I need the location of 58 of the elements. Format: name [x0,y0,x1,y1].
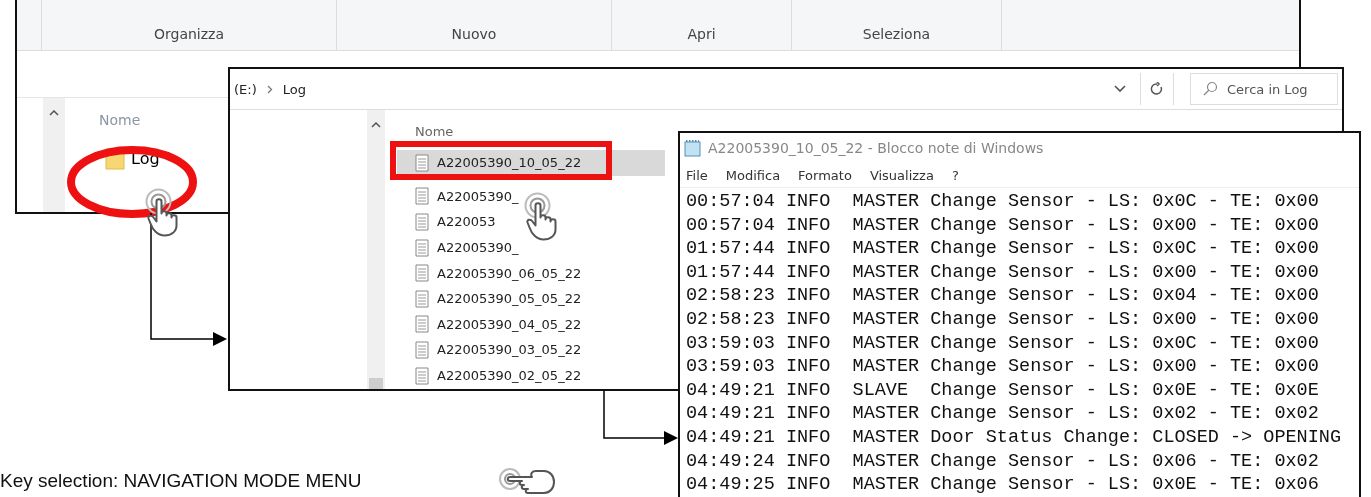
log-line: 04:49:21 INFO MASTER Door Status Change: CLOSED -> OPENING [686,425,1342,450]
document-icon [415,315,429,334]
menu-item[interactable]: ? [951,167,959,183]
scrollbar[interactable] [43,98,65,212]
log-line: 03:59:03 INFO MASTER Change Sensor - LS: 0x0C - TE: 0x00 [686,331,1320,356]
window-title: A22005390_10_05_22 - Blocco note di Windows [708,140,1044,156]
menu-item[interactable]: Formato [798,167,852,183]
menu-item[interactable]: File [686,167,708,183]
ribbon-group-label[interactable]: Nuovo [337,0,612,50]
search-icon [1202,81,1218,97]
document-icon [415,187,429,206]
log-line: 02:58:23 INFO MASTER Change Sensor - LS: 0x04 - TE: 0x00 [686,284,1320,308]
ribbon-group-label[interactable]: Organizza [42,0,337,50]
log-line: 04:49:24 INFO MASTER Change Sensor - LS: 0x06 - TE: 0x02 [686,449,1320,474]
tap-hand-icon [524,192,559,241]
log-file-row[interactable]: A22005390_06_05_22 [397,260,584,286]
log-file-row[interactable]: A22005390_02_05_22 [397,362,584,389]
dropdown-icon[interactable] [1114,85,1126,93]
address-bar[interactable]: (E:) Log [230,73,1138,105]
log-file-row[interactable]: A22005390_ [397,183,521,210]
log-line: 04:49:21 INFO SLAVE Change Sensor - LS: 0x0E - TE: 0x0E [686,378,1320,403]
notepad-icon [684,139,702,157]
log-line: 03:59:03 INFO MASTER Change Sensor - LS: 0x00 - TE: 0x00 [686,355,1320,379]
document-icon [415,289,429,308]
document-icon [415,366,429,385]
log-file-row[interactable]: A22005390_10_05_22 [397,150,665,176]
scroll-up-icon[interactable] [49,110,59,116]
log-line: 00:57:04 INFO MASTER Change Sensor - LS: 0x00 - TE: 0x00 [686,213,1320,238]
document-icon [415,153,429,172]
ribbon-group-label[interactable]: Apri [612,0,792,50]
search-field[interactable]: Cerca in Log [1190,73,1338,105]
log-file-row[interactable]: A22005390_03_05_22 [397,337,584,363]
document-icon [415,213,429,231]
log-line: 04:49:21 INFO MASTER Change Sensor - LS: 0x02 - TE: 0x02 [686,402,1320,426]
log-line: 01:57:44 INFO MASTER Change Sensor - LS: 0x00 - TE: 0x00 [686,260,1320,285]
breadcrumb[interactable]: (E:) [234,81,257,97]
scroll-thumb[interactable] [369,378,383,389]
log-line: 04:49:25 INFO MASTER Change Sensor - LS: 0x0E - TE: 0x06 [686,473,1320,497]
menu-item[interactable]: Modifica [725,167,781,183]
chevron-icon [266,84,273,94]
column-header[interactable]: Nome [415,124,665,140]
document-icon [415,238,429,257]
caption-text: Key selection: NAVIGATION MODE MENU [0,470,362,492]
document-icon [415,340,429,359]
document-icon [415,264,429,283]
log-line: 00:57:04 INFO MASTER Change Sensor - LS: 0x0C - TE: 0x00 [686,190,1320,214]
refresh-icon [1150,82,1164,96]
log-line: 01:57:44 INFO MASTER Change Sensor - LS: 0x0C - TE: 0x00 [686,237,1320,261]
scroll-up-icon[interactable] [371,122,381,128]
ribbon-group-label[interactable]: Seleziona [792,0,1002,50]
log-file-row[interactable]: A22005390_ [397,234,521,261]
log-file-row[interactable]: A22005390_04_05_22 [397,311,584,338]
menu-item[interactable]: Visualizza [869,167,934,183]
breadcrumb[interactable]: Log [282,81,306,97]
log-file-row[interactable]: A220053 [397,209,498,235]
scrollbar[interactable] [367,110,385,389]
log-file-row[interactable]: A22005390_05_05_22 [397,285,584,312]
log-line: 02:58:23 INFO MASTER Change Sensor - LS: 0x00 - TE: 0x00 [686,307,1320,332]
